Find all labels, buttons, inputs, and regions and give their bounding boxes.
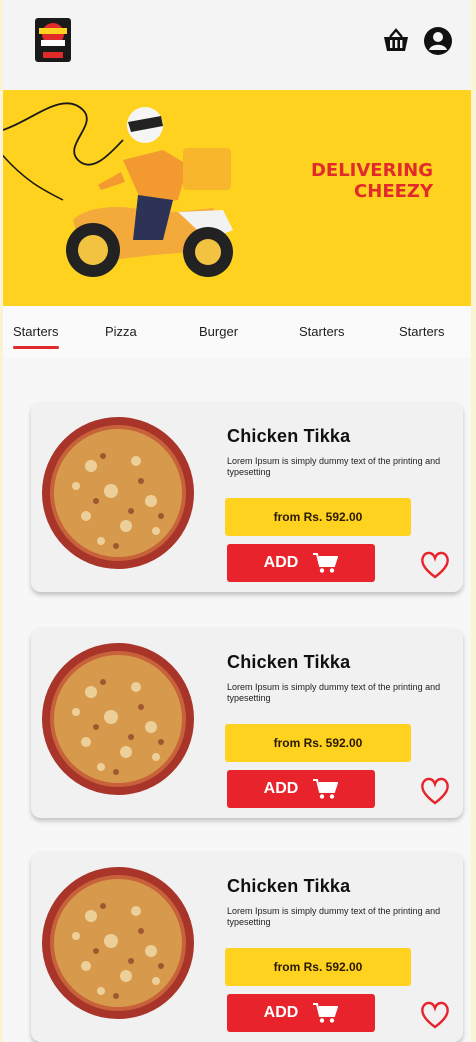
pizza-image <box>42 417 194 569</box>
cart-icon <box>313 553 339 573</box>
menu-item-card[interactable]: Chicken Tikka Lorem Ipsum is simply dumm… <box>31 852 463 1042</box>
add-to-cart-button[interactable]: ADD <box>227 770 375 808</box>
account-icon[interactable] <box>423 26 453 56</box>
price-tag: from Rs. 592.00 <box>225 498 411 536</box>
item-description: Lorem Ipsum is simply dummy text of the … <box>227 682 441 703</box>
price-tag: from Rs. 592.00 <box>225 724 411 762</box>
cart-icon <box>313 1003 339 1023</box>
top-bar <box>3 0 471 90</box>
tab-burger[interactable]: Burger <box>199 324 238 339</box>
item-description: Lorem Ipsum is simply dummy text of the … <box>227 456 441 477</box>
add-to-cart-button[interactable]: ADD <box>227 544 375 582</box>
item-title: Chicken Tikka <box>227 426 351 446</box>
item-description: Lorem Ipsum is simply dummy text of the … <box>227 906 441 927</box>
pizza-image <box>42 867 194 1019</box>
menu-item-card[interactable]: Chicken Tikka Lorem Ipsum is simply dumm… <box>31 628 463 818</box>
tab-pizza[interactable]: Pizza <box>105 324 137 339</box>
price-tag: from Rs. 592.00 <box>225 948 411 986</box>
favorite-heart-icon[interactable] <box>419 550 451 580</box>
tab-starters-3[interactable]: Starters <box>399 324 445 339</box>
basket-icon[interactable] <box>381 26 411 56</box>
banner-line-1: DELIVERING <box>310 160 433 181</box>
tab-starters[interactable]: Starters <box>13 324 59 349</box>
category-tabs: Starters Pizza Burger Starters Starters <box>3 306 471 358</box>
item-title: Chicken Tikka <box>227 652 351 672</box>
cart-icon <box>313 779 339 799</box>
menu-item-card[interactable]: Chicken Tikka Lorem Ipsum is simply dumm… <box>31 402 463 592</box>
promo-banner[interactable]: DELIVERING CHEEZY <box>3 90 471 306</box>
item-title: Chicken Tikka <box>227 876 351 896</box>
add-button-label: ADD <box>263 554 299 571</box>
favorite-heart-icon[interactable] <box>419 776 451 806</box>
banner-line-2: CHEEZY <box>354 181 433 202</box>
brand-logo[interactable] <box>33 12 73 68</box>
pizza-image <box>42 643 194 795</box>
banner-headline: DELIVERING CHEEZY <box>263 160 433 202</box>
add-to-cart-button[interactable]: ADD <box>227 994 375 1032</box>
add-button-label: ADD <box>263 780 299 797</box>
favorite-heart-icon[interactable] <box>419 1000 451 1030</box>
delivery-rider-illustration <box>3 102 233 277</box>
tab-starters-2[interactable]: Starters <box>299 324 345 339</box>
app-screen: DELIVERING CHEEZY Starters Pizza Burger … <box>3 0 471 1042</box>
add-button-label: ADD <box>263 1004 299 1021</box>
